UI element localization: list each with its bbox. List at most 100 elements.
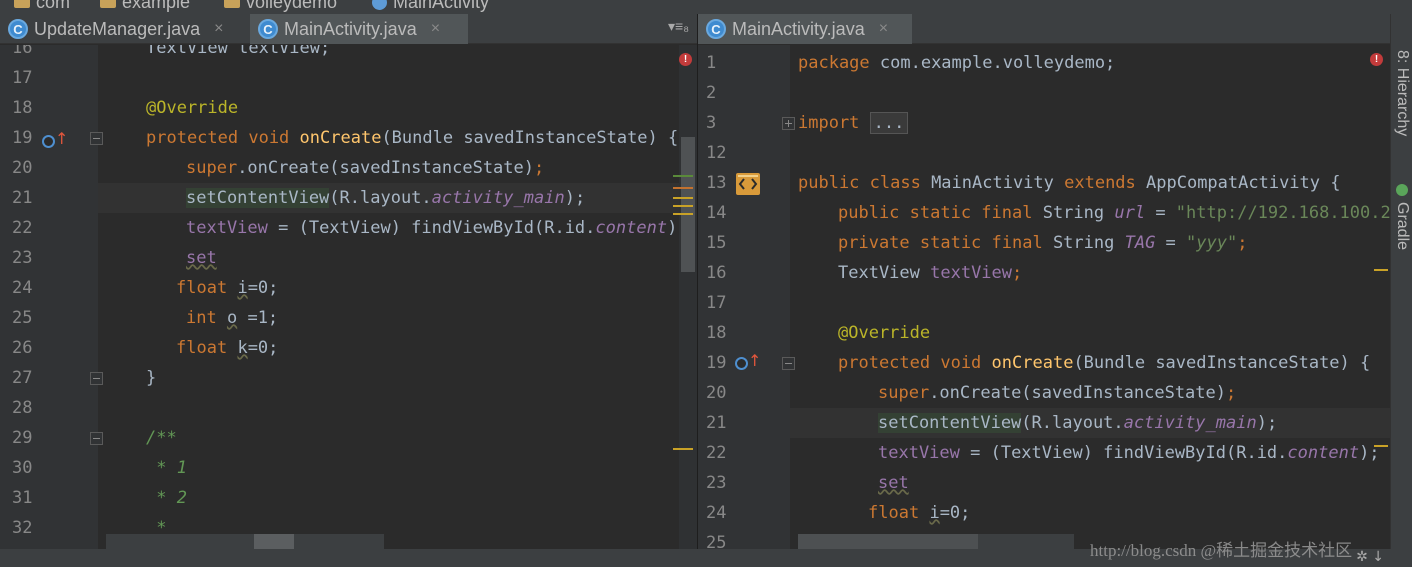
close-icon[interactable]: × — [879, 20, 888, 38]
left-editor-pane[interactable]: 16 17 18 19 20 21 22 23 24 25 26 27 28 2… — [0, 45, 697, 549]
code-line: public class MainActivity extends AppCom… — [798, 168, 1390, 198]
breadcrumb-item-example[interactable]: example — [100, 0, 190, 12]
class-icon: C — [258, 19, 278, 39]
method-name: onCreate — [991, 353, 1074, 373]
right-editor-pane[interactable]: 1 2 3 12 13 14 15 16 17 18 19 20 21 22 2… — [698, 45, 1390, 549]
breadcrumb-label: MainActivity — [393, 0, 490, 12]
line-number: 26 — [12, 338, 33, 358]
field-text: url — [1114, 203, 1146, 223]
horizontal-scrollbar-thumb[interactable] — [798, 534, 978, 549]
warning-marker[interactable] — [673, 448, 693, 450]
tab-mainactivity-right[interactable]: C MainActivity.java × — [698, 14, 912, 44]
tab-label: UpdateManager.java — [34, 18, 201, 39]
code-line: float k=0; — [176, 333, 679, 363]
gradle-icon — [1396, 184, 1408, 196]
field-text: textView — [186, 218, 268, 238]
warning-marker[interactable] — [673, 197, 693, 199]
code-text: ; — [1237, 233, 1248, 253]
keyword-text: public static final — [838, 203, 1033, 223]
class-icon: C — [706, 19, 726, 39]
arrow-up-icon: ↑ — [55, 129, 69, 148]
line-number: 1 — [706, 53, 717, 73]
keyword-text: protected void — [146, 128, 290, 148]
left-error-stripe[interactable]: ! — [673, 45, 697, 549]
warning-marker[interactable] — [673, 213, 693, 215]
warning-marker[interactable] — [673, 205, 693, 207]
tab-label: MainActivity.java — [732, 18, 865, 39]
close-icon[interactable]: × — [214, 20, 223, 38]
right-code-area[interactable]: package com.example.volleydemo; import .… — [790, 45, 1390, 549]
line-number: 29 — [12, 428, 33, 448]
keyword-text: private static final — [838, 233, 1043, 253]
tab-updatemanager[interactable]: C UpdateManager.java × — [0, 14, 250, 44]
code-line: textView = (TextView) findViewById(R.id.… — [186, 213, 679, 243]
code-text: (Bundle savedInstanceState) { — [381, 128, 679, 148]
breadcrumb-item-com[interactable]: com — [14, 0, 70, 12]
line-number: 12 — [706, 143, 727, 163]
package-icon — [100, 0, 116, 8]
code-line: set — [878, 468, 1390, 498]
code-text: = (TextView) findViewById(R.id. — [959, 443, 1288, 463]
code-line: int o =1; — [186, 303, 679, 333]
code-line: protected void onCreate(Bundle savedInst… — [146, 123, 679, 153]
left-horizontal-scrollbar[interactable] — [106, 534, 384, 549]
warning-marker[interactable] — [1374, 445, 1388, 447]
error-indicator-icon[interactable]: ! — [1370, 53, 1383, 66]
tool-window-hierarchy[interactable]: 8: Hierarchy — [1393, 50, 1411, 136]
line-number: 17 — [706, 293, 727, 313]
left-editor-tabbar: C UpdateManager.java × C MainActivity.ja… — [0, 14, 697, 44]
code-line: /** — [146, 423, 679, 453]
code-text: ; — [534, 158, 545, 178]
line-number: 25 — [12, 308, 33, 328]
breadcrumb-item-volleydemo[interactable]: volleydemo — [224, 0, 337, 12]
keyword-text: import — [798, 113, 860, 133]
code-text: ); — [564, 188, 586, 208]
code-text: i — [929, 503, 940, 523]
right-horizontal-scrollbar[interactable] — [798, 534, 1074, 549]
code-text: =0; — [939, 503, 971, 523]
line-number: 19 — [706, 353, 727, 373]
status-icons[interactable]: ✲ ↓ — [1356, 549, 1384, 565]
code-line: package com.example.volleydemo; — [798, 48, 1390, 78]
folded-imports[interactable]: ... — [869, 112, 909, 134]
code-text: setContentView — [186, 188, 330, 208]
left-code-area[interactable]: TextView textView; @Override protected v… — [98, 45, 679, 549]
horizontal-scrollbar-thumb[interactable] — [254, 534, 294, 549]
error-indicator-icon[interactable]: ! — [679, 53, 692, 66]
keyword-text: int — [186, 308, 217, 328]
warning-marker[interactable] — [673, 187, 693, 189]
code-line: TextView textView; — [146, 45, 679, 63]
keyword-text: extends — [1064, 173, 1136, 193]
line-number: 13 — [706, 173, 727, 193]
layout-resource-icon[interactable] — [736, 173, 760, 195]
code-text: =1; — [237, 308, 279, 328]
override-method-icon[interactable]: ↑ — [42, 131, 68, 151]
code-text: com.example.volleydemo; — [869, 53, 1116, 73]
annotation-text: @Override — [146, 98, 239, 118]
tool-window-gradle[interactable]: Gradle — [1393, 202, 1411, 250]
code-line: @Override — [838, 318, 1390, 348]
breadcrumb-label: volleydemo — [246, 0, 338, 12]
line-number: 25 — [706, 533, 727, 549]
override-method-icon[interactable]: ↑ — [735, 353, 761, 373]
line-number: 2 — [706, 83, 717, 103]
breadcrumb-item-mainactivity[interactable]: MainActivity — [372, 0, 489, 12]
code-text: =0; — [247, 338, 279, 358]
field-text: content — [595, 218, 668, 238]
warning-marker[interactable] — [1374, 269, 1388, 271]
keyword-text: package — [798, 53, 870, 73]
string-literal: "http://192.168.100.24 — [1175, 203, 1390, 223]
tab-mainactivity-left[interactable]: C MainActivity.java × — [250, 14, 468, 44]
field-text: content — [1287, 443, 1360, 463]
field-text: activity_main — [431, 188, 565, 208]
tab-list-menu-icon[interactable]: ▾≡₈ — [668, 18, 689, 35]
code-line: textView = (TextView) findViewById(R.id.… — [878, 438, 1390, 468]
close-icon[interactable]: × — [431, 20, 440, 38]
class-icon: C — [8, 19, 28, 39]
line-number: 19 — [12, 128, 33, 148]
layout-resource-icon-graphic — [738, 175, 758, 190]
class-icon — [372, 0, 387, 10]
change-marker[interactable] — [673, 175, 693, 177]
field-text: activity_main — [1123, 413, 1257, 433]
package-icon — [14, 0, 30, 8]
